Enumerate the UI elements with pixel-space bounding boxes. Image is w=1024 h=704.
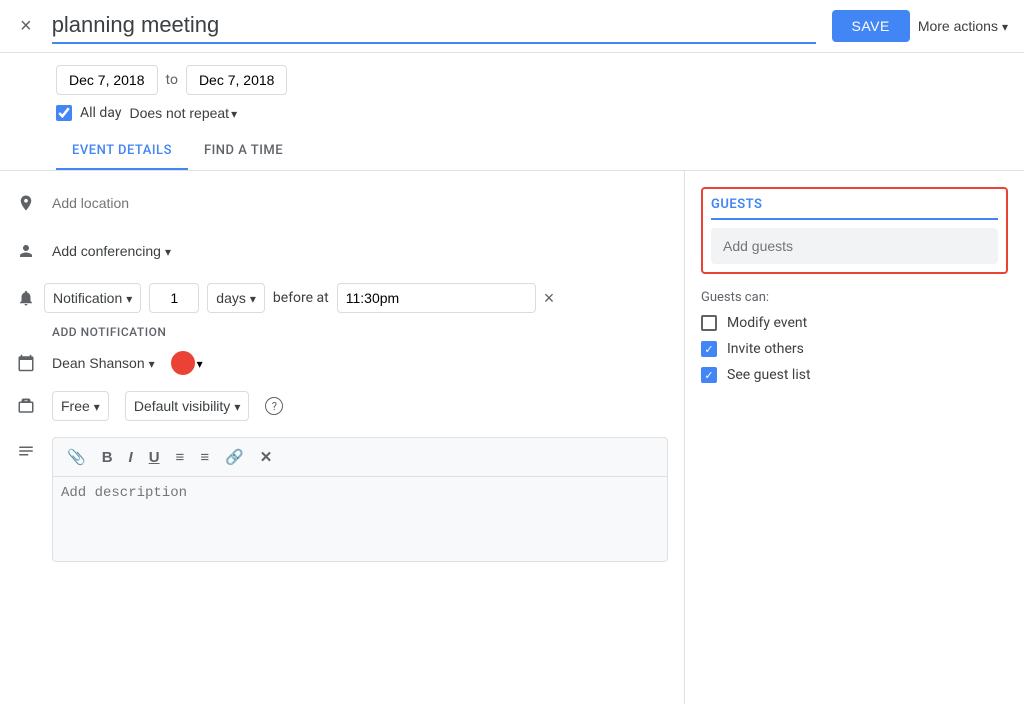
event-title-input[interactable] — [52, 8, 816, 44]
ordered-list-button[interactable]: ≡ — [170, 445, 191, 470]
notif-type-chevron-icon — [126, 290, 132, 306]
link-button[interactable]: 🔗 — [219, 444, 250, 470]
remove-notification-button[interactable]: × — [544, 288, 555, 309]
header-actions: SAVE More actions — [832, 10, 1009, 42]
guests-highlighted-section: GUESTS — [701, 187, 1008, 274]
add-notification-label[interactable]: ADD NOTIFICATION — [0, 321, 684, 343]
all-day-checkbox[interactable] — [56, 105, 72, 121]
location-content — [52, 195, 668, 211]
notification-type-label: Notification — [53, 290, 122, 306]
invite-others-checkbox[interactable]: ✓ — [701, 341, 717, 357]
description-textarea[interactable] — [53, 477, 667, 557]
notification-unit-label: days — [216, 290, 246, 306]
guests-can-label: Guests can: — [701, 290, 1008, 305]
description-toolbar: 📎 B I U ≡ ≡ 🔗 ✕ — [53, 438, 667, 477]
all-day-label: All day — [80, 105, 121, 121]
tab-event-details[interactable]: EVENT DETAILS — [56, 133, 188, 170]
status-chevron-icon — [94, 398, 100, 414]
conferencing-icon — [16, 241, 36, 261]
add-conferencing-button[interactable]: Add conferencing — [52, 243, 171, 259]
color-chevron-icon — [197, 356, 203, 371]
chevron-down-icon — [1002, 18, 1008, 34]
tabs: EVENT DETAILS FIND A TIME — [0, 133, 1024, 171]
calendar-owner-label: Dean Shanson — [52, 355, 145, 371]
conf-chevron-icon — [165, 243, 171, 259]
save-button[interactable]: SAVE — [832, 10, 910, 42]
see-guest-list-checkbox[interactable]: ✓ — [701, 367, 717, 383]
close-button[interactable]: × — [16, 11, 36, 42]
repeat-chevron-icon — [231, 105, 237, 121]
bold-button[interactable]: B — [96, 445, 119, 470]
cal-chevron-icon — [149, 355, 155, 371]
notif-unit-chevron-icon — [250, 290, 256, 306]
before-at-label: before at — [273, 290, 329, 306]
repeat-label: Does not repeat — [129, 105, 229, 121]
calendar-icon — [16, 353, 36, 373]
date-to-label: to — [166, 72, 178, 88]
location-input[interactable] — [52, 195, 668, 211]
visibility-chevron-icon — [234, 398, 240, 414]
header: × SAVE More actions — [0, 0, 1024, 53]
guests-panel: GUESTS Guests can: Modify event ✓ Invite… — [684, 171, 1024, 704]
notification-type-dropdown[interactable]: Notification — [44, 283, 141, 313]
tab-find-time[interactable]: FIND A TIME — [188, 133, 299, 170]
event-details-panel: Add conferencing Notification days befor… — [0, 171, 684, 704]
description-row: 📎 B I U ≡ ≡ 🔗 ✕ — [0, 429, 684, 570]
modify-event-checkbox[interactable] — [701, 315, 717, 331]
color-picker-button[interactable] — [171, 351, 203, 375]
description-icon — [16, 437, 36, 457]
main-content: Add conferencing Notification days befor… — [0, 171, 1024, 704]
allday-row: All day Does not repeat — [0, 99, 1024, 133]
notification-row: Notification days before at × — [0, 275, 684, 321]
more-actions-label: More actions — [918, 18, 998, 34]
more-actions-button[interactable]: More actions — [918, 18, 1008, 34]
attach-button[interactable]: 📎 — [61, 444, 92, 470]
guest-option-invite-others: ✓ Invite others — [701, 341, 1008, 357]
visibility-dropdown[interactable]: Default visibility — [125, 391, 250, 421]
remove-format-button[interactable]: ✕ — [254, 444, 279, 470]
notification-time-input[interactable] — [337, 283, 536, 313]
conferencing-row: Add conferencing — [0, 227, 684, 275]
guest-option-see-guest-list: ✓ See guest list — [701, 367, 1008, 383]
briefcase-icon — [16, 396, 36, 416]
guest-option-modify-event: Modify event — [701, 315, 1008, 331]
add-guests-input[interactable] — [711, 228, 998, 264]
see-guest-list-label: See guest list — [727, 367, 811, 383]
conferencing-content: Add conferencing — [52, 243, 668, 259]
location-row — [0, 179, 684, 227]
end-date-button[interactable]: Dec 7, 2018 — [186, 65, 288, 95]
description-editor: 📎 B I U ≡ ≡ 🔗 ✕ — [52, 437, 668, 562]
visibility-label: Default visibility — [134, 398, 230, 414]
notification-icon — [16, 288, 36, 308]
color-circle — [171, 351, 195, 375]
italic-button[interactable]: I — [123, 445, 139, 470]
underline-button[interactable]: U — [143, 445, 166, 470]
status-dropdown[interactable]: Free — [52, 391, 109, 421]
status-row: Free Default visibility ? — [0, 383, 684, 429]
location-icon — [16, 193, 36, 213]
notification-unit-dropdown[interactable]: days — [207, 283, 265, 313]
repeat-dropdown[interactable]: Does not repeat — [129, 105, 237, 121]
start-date-button[interactable]: Dec 7, 2018 — [56, 65, 158, 95]
notification-value-input[interactable] — [149, 283, 199, 313]
invite-others-label: Invite others — [727, 341, 804, 357]
guests-tab-label: GUESTS — [711, 197, 998, 220]
unordered-list-button[interactable]: ≡ — [194, 445, 215, 470]
conferencing-label: Add conferencing — [52, 243, 161, 259]
calendar-owner-dropdown[interactable]: Dean Shanson — [52, 355, 155, 371]
help-icon[interactable]: ? — [265, 397, 283, 415]
calendar-row: Dean Shanson — [0, 343, 684, 383]
date-row: Dec 7, 2018 to Dec 7, 2018 — [0, 53, 1024, 99]
modify-event-label: Modify event — [727, 315, 807, 331]
status-label: Free — [61, 398, 90, 414]
